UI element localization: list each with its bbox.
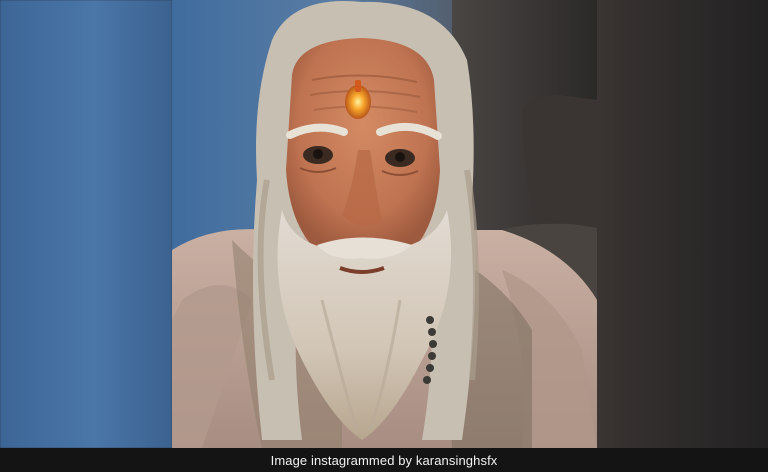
caption-bar: Image instagrammed by karansinghsfx xyxy=(0,448,768,472)
blurred-background-right xyxy=(597,0,768,448)
image-embed: Image instagrammed by karansinghsfx xyxy=(0,0,768,472)
blurred-background-left xyxy=(0,0,172,448)
image-credit-caption: Image instagrammed by karansinghsfx xyxy=(270,452,498,468)
portrait-illustration xyxy=(172,0,597,448)
portrait-photo xyxy=(172,0,597,448)
